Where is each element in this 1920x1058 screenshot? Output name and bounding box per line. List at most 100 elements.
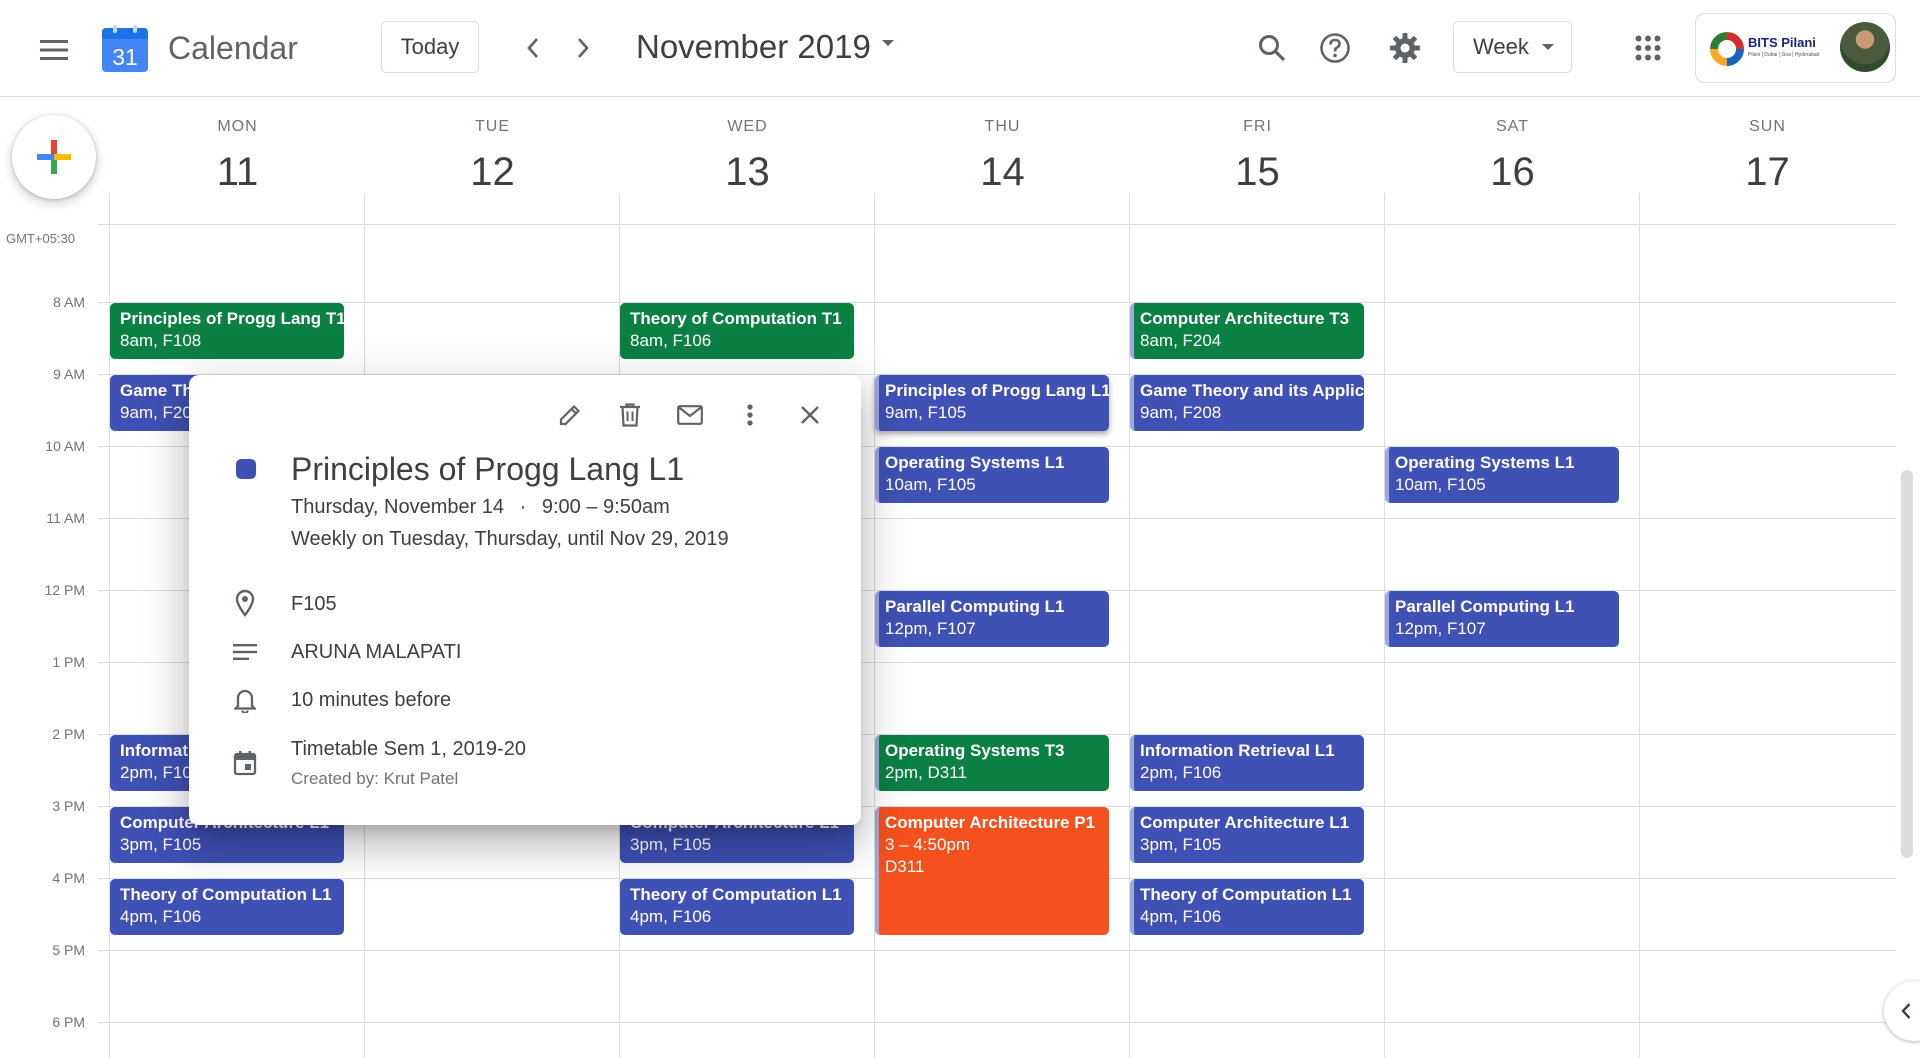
event-title: Theory of Computation L1	[1140, 885, 1352, 904]
day-header-thu[interactable]: THU 14	[875, 118, 1130, 195]
apps-grid-icon[interactable]	[1622, 22, 1674, 74]
hour-label: 4 PM	[52, 870, 85, 886]
email-guests-icon[interactable]	[667, 392, 713, 438]
event-title: Principles of Progg Lang T1	[120, 309, 344, 328]
event-detail: 12pm, F107	[885, 619, 976, 638]
event-room: D311	[885, 857, 925, 876]
event-chip[interactable]: Operating Systems L1 10am, F105	[875, 447, 1109, 503]
event-chip[interactable]: Theory of Computation L1 4pm, F106	[110, 879, 344, 935]
day-number[interactable]: 15	[1130, 150, 1385, 195]
hamburger-menu-icon[interactable]	[30, 26, 78, 74]
event-chip[interactable]: Parallel Computing L1 12pm, F107	[1385, 591, 1619, 647]
event-title: Computer Architecture P1	[885, 813, 1096, 832]
today-button[interactable]: Today	[381, 21, 479, 73]
account-switcher[interactable]: BITS Pilani Pilani | Dubai | Goa | Hyder…	[1695, 13, 1896, 83]
popup-recurrence: Weekly on Tuesday, Thursday, until Nov 2…	[291, 528, 729, 550]
day-header-wed[interactable]: WED 13	[620, 118, 875, 195]
chevron-left-icon[interactable]	[510, 25, 556, 71]
calendar-logo-icon[interactable]: 31	[101, 25, 149, 73]
event-detail: 3 – 4:50pm	[885, 835, 971, 854]
event-detail: 10am, F105	[885, 475, 976, 494]
hour-label: 3 PM	[52, 798, 85, 814]
event-detail: 3pm, F105	[120, 835, 202, 854]
event-chip[interactable]: Information Retrieval L1 2pm, F106	[1130, 735, 1364, 791]
day-number[interactable]: 13	[620, 150, 875, 195]
hour-label: 9 AM	[53, 366, 85, 382]
app-title[interactable]: Calendar	[168, 30, 298, 67]
event-title: Parallel Computing L1	[1395, 597, 1575, 616]
day-number[interactable]: 12	[365, 150, 620, 195]
event-detail: 2pm, D311	[885, 763, 967, 782]
hour-label: 6 PM	[52, 1014, 85, 1030]
event-title: Computer Architecture T3	[1140, 309, 1350, 328]
day-number[interactable]: 16	[1385, 150, 1640, 195]
event-detail: 4pm, F106	[630, 907, 712, 926]
caret-down-icon	[1541, 43, 1555, 52]
day-name: FRI	[1243, 118, 1272, 135]
event-title: Game Theory and its Applic	[1140, 381, 1364, 400]
hour-line	[98, 950, 1896, 951]
day-header-fri[interactable]: FRI 15	[1130, 118, 1385, 195]
popup-location[interactable]: F105	[291, 593, 337, 616]
event-chip[interactable]: Parallel Computing L1 12pm, F107	[875, 591, 1109, 647]
org-name: BITS Pilani	[1748, 35, 1816, 50]
popup-event-title: Principles of Progg Lang L1	[291, 451, 685, 487]
day-header-mon[interactable]: MON 11	[110, 118, 365, 195]
event-chip-selected[interactable]: Principles of Progg Lang L1 9am, F105	[875, 375, 1109, 431]
event-title: Operating Systems L1	[885, 453, 1065, 472]
day-header-tue[interactable]: TUE 12	[365, 118, 620, 195]
event-chip[interactable]: Theory of Computation T1 8am, F106	[620, 303, 854, 359]
search-icon[interactable]	[1246, 22, 1298, 74]
user-avatar[interactable]	[1840, 22, 1890, 72]
current-month-label[interactable]: November 2019	[636, 28, 871, 66]
event-title: Operating Systems L1	[1395, 453, 1575, 472]
day-number[interactable]: 17	[1640, 150, 1895, 195]
event-detail: 3pm, F105	[1140, 835, 1222, 854]
timezone-label: GMT+05:30	[6, 231, 76, 246]
event-title: Principles of Progg Lang L1	[885, 381, 1109, 400]
event-title: Computer Architecture L1	[1140, 813, 1350, 832]
event-chip[interactable]: Operating Systems T3 2pm, D311	[875, 735, 1109, 791]
event-chip[interactable]: Game Theory and its Applic 9am, F208	[1130, 375, 1364, 431]
event-title: Parallel Computing L1	[885, 597, 1065, 616]
plus-icon	[37, 140, 71, 174]
event-chip[interactable]: Operating Systems L1 10am, F105	[1385, 447, 1619, 503]
settings-gear-icon[interactable]	[1379, 22, 1431, 74]
hour-label: 1 PM	[52, 654, 85, 670]
event-chip[interactable]: Theory of Computation L1 4pm, F106	[1130, 879, 1364, 935]
popup-created-by: Created by: Krut Patel	[291, 769, 459, 788]
event-detail: 10am, F105	[1395, 475, 1486, 494]
event-chip[interactable]: Computer Architecture L1 3pm, F105	[1130, 807, 1364, 863]
description-icon	[230, 637, 260, 667]
day-number[interactable]: 14	[875, 150, 1130, 195]
hour-label: 10 AM	[45, 438, 85, 454]
day-number[interactable]: 11	[110, 150, 365, 195]
org-campus: Pilani | Dubai | Goa | Hyderabad	[1748, 52, 1820, 58]
event-details-popover: Principles of Progg Lang L1 Thursday, No…	[189, 375, 861, 825]
popup-description: ARUNA MALAPATI	[291, 641, 462, 663]
event-detail: 9am, F208	[1140, 403, 1222, 422]
delete-trash-icon[interactable]	[607, 392, 653, 438]
side-panel-toggle-button[interactable]	[1884, 981, 1920, 1041]
event-chip[interactable]: Theory of Computation L1 4pm, F106	[620, 879, 854, 935]
day-header-sun[interactable]: SUN 17	[1640, 118, 1895, 195]
edit-pencil-icon[interactable]	[547, 392, 593, 438]
vertical-scrollbar[interactable]	[1901, 470, 1913, 858]
more-options-icon[interactable]	[727, 392, 773, 438]
event-chip[interactable]: Principles of Progg Lang T1 8am, F108	[110, 303, 344, 359]
day-name: SAT	[1496, 118, 1529, 135]
view-switcher-button[interactable]: Week	[1453, 21, 1572, 73]
event-chip[interactable]: Computer Architecture T3 8am, F204	[1130, 303, 1364, 359]
event-chip[interactable]: Computer Architecture P1 3 – 4:50pm D311	[875, 807, 1109, 935]
caret-down-icon[interactable]	[880, 38, 896, 48]
hour-line	[98, 302, 1896, 303]
top-app-bar: 31 Calendar Today November 2019 Week BIT…	[0, 0, 1920, 97]
help-icon[interactable]	[1309, 22, 1361, 74]
chevron-right-icon[interactable]	[560, 25, 606, 71]
popup-event-datetime: Thursday, November 14 · 9:00 – 9:50am	[291, 496, 670, 519]
event-title: Theory of Computation T1	[630, 309, 842, 328]
create-button[interactable]	[12, 115, 96, 199]
event-detail: 8am, F108	[120, 331, 202, 350]
day-header-sat[interactable]: SAT 16	[1385, 118, 1640, 195]
close-icon[interactable]	[787, 392, 833, 438]
